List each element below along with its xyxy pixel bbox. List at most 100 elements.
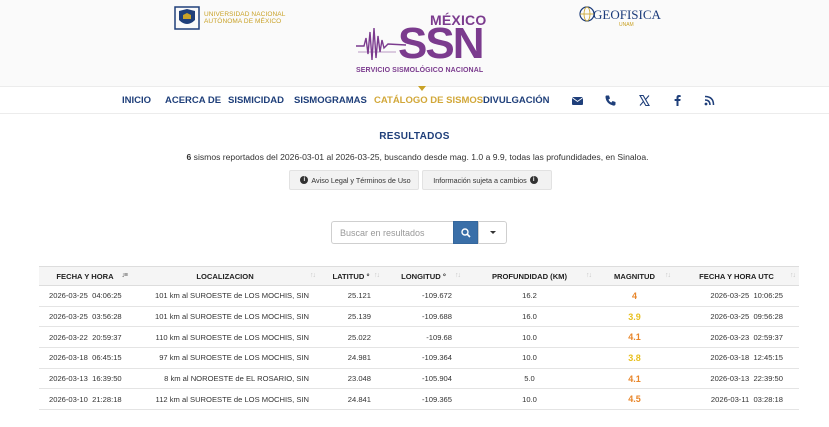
search-button[interactable] xyxy=(453,221,478,244)
phone-icon[interactable] xyxy=(604,94,617,107)
nav-item-acerca-de[interactable]: ACERCA DE xyxy=(165,95,221,106)
cell-date: 2026-03-25 xyxy=(49,312,88,322)
cell-fecha-hora: 2026-03-25 04:06:25 xyxy=(39,285,131,307)
results-title: RESULTADOS xyxy=(379,131,450,142)
cell-latitud: 25.121 xyxy=(319,285,383,307)
cell-time: 21:28:18 xyxy=(92,394,122,404)
sort-icon: ↑↓ xyxy=(790,272,796,279)
table-row[interactable]: 2026-03-25 04:06:25 101 km al SUROESTE de… xyxy=(39,285,799,307)
cell-magnitud: 3.8 xyxy=(595,347,674,369)
col-header-label: LOCALIZACION xyxy=(196,271,254,281)
table-row[interactable]: 2026-03-25 03:56:28 101 km al SUROESTE de… xyxy=(39,306,799,328)
cell-localizacion[interactable]: 8 km al NOROESTE de EL ROSARIO, SIN xyxy=(131,368,319,390)
info-changes-button[interactable]: Información sujeta a cambios i xyxy=(422,170,552,190)
info-icon: i xyxy=(529,176,538,184)
cell-date: 2026-03-18 xyxy=(49,353,88,363)
cell-latitud: 23.048 xyxy=(319,368,383,390)
table-row[interactable]: 2026-03-13 16:39:50 8 km al NOROESTE de E… xyxy=(39,368,799,390)
sort-icon: ↑↓ xyxy=(310,272,316,279)
cell-utc-time: 12:45:15 xyxy=(753,353,783,363)
unam-text-line2: AUTÓNOMA DE MÉXICO xyxy=(204,18,282,25)
col-header-label: FECHA Y HORA UTC xyxy=(699,271,774,281)
cell-utc-date: 2026-03-18 xyxy=(710,353,750,363)
magnitude-value: 4 xyxy=(631,290,637,301)
cell-utc-time: 03:28:18 xyxy=(753,394,783,404)
unam-text-line1: UNIVERSIDAD NACIONAL xyxy=(204,11,286,18)
magnitude-value: 4.5 xyxy=(628,394,641,405)
cell-localizacion[interactable]: 110 km al SUROESTE de LOS MOCHIS, SIN xyxy=(131,326,319,349)
cell-localizacion[interactable]: 97 km al SUROESTE de LOS MOCHIS, SIN xyxy=(131,347,319,369)
cell-date: 2026-03-10 xyxy=(49,394,88,404)
unam-logo[interactable]: UNIVERSIDAD NACIONAL AUTÓNOMA DE MÉXICO xyxy=(174,6,285,30)
x-twitter-icon[interactable] xyxy=(638,94,651,107)
cell-utc-time: 10:06:25 xyxy=(753,291,783,301)
cell-longitud: -109.365 xyxy=(383,388,464,411)
nav-item-sismogramas[interactable]: SISMOGRAMAS xyxy=(294,95,367,106)
main-nav: INICIO ACERCA DE SISMICIDAD SISMOGRAMAS … xyxy=(0,86,829,114)
sort-icon: ↑↓ xyxy=(665,272,671,279)
info-changes-label: Información sujeta a cambios xyxy=(433,175,527,185)
col-header-label: LONGITUD ° xyxy=(401,271,446,281)
cell-localizacion[interactable]: 101 km al SUROESTE de LOS MOCHIS, SIN xyxy=(131,306,319,328)
search-icon xyxy=(460,227,471,238)
legal-notice-button[interactable]: i Aviso Legal y Términos de Uso xyxy=(289,170,419,190)
table-row[interactable]: 2026-03-22 20:59:37 110 km al SUROESTE de… xyxy=(39,326,799,349)
caret-down-icon xyxy=(489,231,496,234)
results-summary-text: sismos reportados del 2026-03-01 al 2026… xyxy=(191,152,649,162)
cell-time: 06:45:15 xyxy=(92,353,122,363)
nav-item-catalogo-de-sismos[interactable]: CATÁLOGO DE SISMOS xyxy=(374,95,483,106)
col-header-localizacion[interactable]: LOCALIZACION ↑↓ xyxy=(131,266,319,286)
nav-item-divulgacion[interactable]: DIVULGACIÓN xyxy=(483,95,550,106)
cell-profundidad: 10.0 xyxy=(464,388,595,411)
cell-fecha-hora-utc: 2026-03-25 10:06:25 xyxy=(674,285,799,307)
table-row[interactable]: 2026-03-10 21:28:18 112 km al SUROESTE de… xyxy=(39,388,799,411)
col-header-magnitud[interactable]: MAGNITUD ↑↓ xyxy=(595,266,674,286)
cell-magnitud: 4.5 xyxy=(595,388,674,411)
col-header-fecha-hora[interactable]: FECHA Y HORA ↓≡ xyxy=(39,266,131,286)
cell-time: 04:06:25 xyxy=(92,291,122,301)
cell-profundidad: 10.0 xyxy=(464,326,595,349)
geofisica-logo[interactable]: GEOFISICA UNAM xyxy=(579,4,661,30)
cell-utc-time: 09:56:28 xyxy=(753,312,783,322)
cell-latitud: 25.139 xyxy=(319,306,383,328)
nav-item-sismicidad[interactable]: SISMICIDAD xyxy=(228,95,284,106)
cell-time: 03:56:28 xyxy=(92,312,122,322)
cell-fecha-hora: 2026-03-18 06:45:15 xyxy=(39,347,131,369)
cell-localizacion[interactable]: 101 km al SUROESTE de LOS MOCHIS, SIN xyxy=(131,285,319,307)
unam-text: UNIVERSIDAD NACIONAL AUTÓNOMA DE MÉXICO xyxy=(204,11,285,25)
cell-fecha-hora-utc: 2026-03-23 02:59:37 xyxy=(674,326,799,349)
rss-icon[interactable] xyxy=(703,94,716,107)
facebook-icon[interactable] xyxy=(671,94,684,107)
cell-utc-date: 2026-03-25 xyxy=(710,312,750,322)
cell-fecha-hora: 2026-03-25 03:56:28 xyxy=(39,306,131,328)
results-summary: 6 sismos reportados del 2026-03-01 al 20… xyxy=(0,152,829,162)
cell-magnitud: 3.9 xyxy=(595,306,674,328)
cell-date: 2026-03-22 xyxy=(49,332,88,342)
col-header-fecha-hora-utc[interactable]: FECHA Y HORA UTC ↑↓ xyxy=(674,266,799,286)
col-header-label: MAGNITUD xyxy=(614,271,655,281)
geofisica-sub: UNAM xyxy=(619,22,634,28)
col-header-profundidad[interactable]: PROFUNDIDAD (KM) ↑↓ xyxy=(464,266,595,286)
col-header-latitud[interactable]: LATITUD ° ↑↓ xyxy=(319,266,383,286)
search-options-dropdown[interactable] xyxy=(478,221,507,244)
cell-time: 20:59:37 xyxy=(92,332,122,342)
table-row[interactable]: 2026-03-18 06:45:15 97 km al SUROESTE de … xyxy=(39,347,799,369)
nav-item-inicio[interactable]: INICIO xyxy=(122,95,151,106)
envelope-icon[interactable] xyxy=(571,94,584,107)
cell-localizacion[interactable]: 112 km al SUROESTE de LOS MOCHIS, SIN xyxy=(131,388,319,411)
cell-utc-date: 2026-03-13 xyxy=(710,374,750,384)
earthquake-table: FECHA Y HORA ↓≡ LOCALIZACION ↑↓ LATITUD ° ↑… xyxy=(39,266,799,411)
magnitude-value: 3.8 xyxy=(628,352,641,363)
unam-seal-icon xyxy=(174,6,200,30)
col-header-longitud[interactable]: LONGITUD ° ↑↓ xyxy=(383,266,464,286)
col-header-label: FECHA Y HORA xyxy=(56,271,114,281)
cell-utc-date: 2026-03-23 xyxy=(710,332,750,342)
cell-magnitud: 4 xyxy=(595,285,674,307)
ssn-logo[interactable]: MÉXICO SSN SERVICIO SISMOLÓGICO NACIONAL xyxy=(354,10,486,78)
cell-utc-time: 22:39:50 xyxy=(753,374,783,384)
cell-magnitud: 4.1 xyxy=(595,368,674,390)
cell-fecha-hora: 2026-03-22 20:59:37 xyxy=(39,326,131,349)
cell-longitud: -109.672 xyxy=(383,285,464,307)
search-input[interactable] xyxy=(331,221,453,244)
cell-magnitud: 4.1 xyxy=(595,326,674,349)
